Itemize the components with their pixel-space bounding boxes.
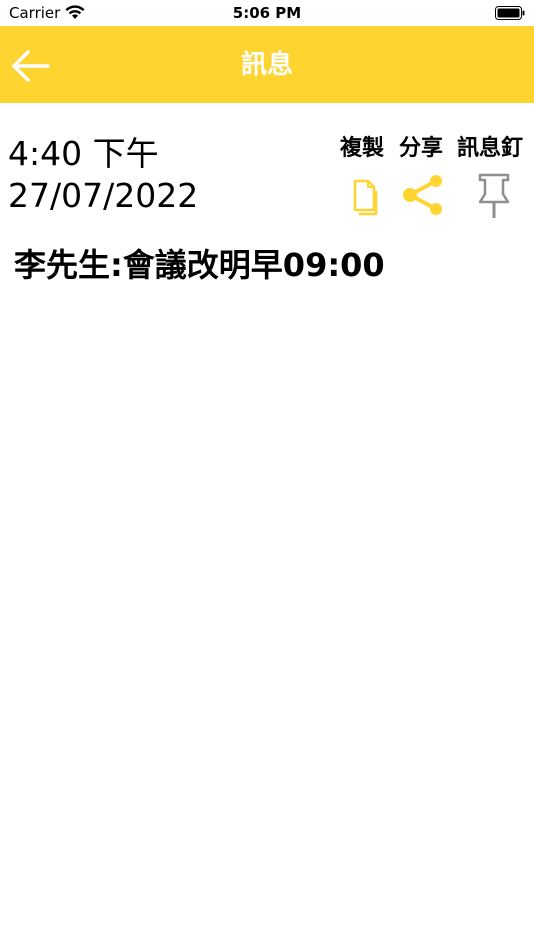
message-date: 27/07/2022 xyxy=(8,176,199,215)
pin-button[interactable] xyxy=(470,172,518,220)
share-button[interactable] xyxy=(400,172,448,220)
pin-label: 訊息釘 xyxy=(457,136,524,161)
status-time: 5:06 PM xyxy=(232,4,302,22)
copy-icon xyxy=(353,179,378,216)
copy-label: 複製 xyxy=(340,136,385,161)
message-time: 4:40 下午 xyxy=(8,134,159,173)
copy-button[interactable] xyxy=(344,172,392,220)
pin-icon xyxy=(478,173,510,218)
share-label: 分享 xyxy=(399,136,444,161)
battery-icon xyxy=(495,6,525,20)
share-icon xyxy=(403,175,442,215)
nav-bar: 訊息 xyxy=(0,26,534,103)
message-text: 李先生:會議改明早09:00 xyxy=(14,246,385,284)
status-bar: Carrier 5:06 PM xyxy=(0,0,534,26)
page-title: 訊息 xyxy=(240,50,293,80)
